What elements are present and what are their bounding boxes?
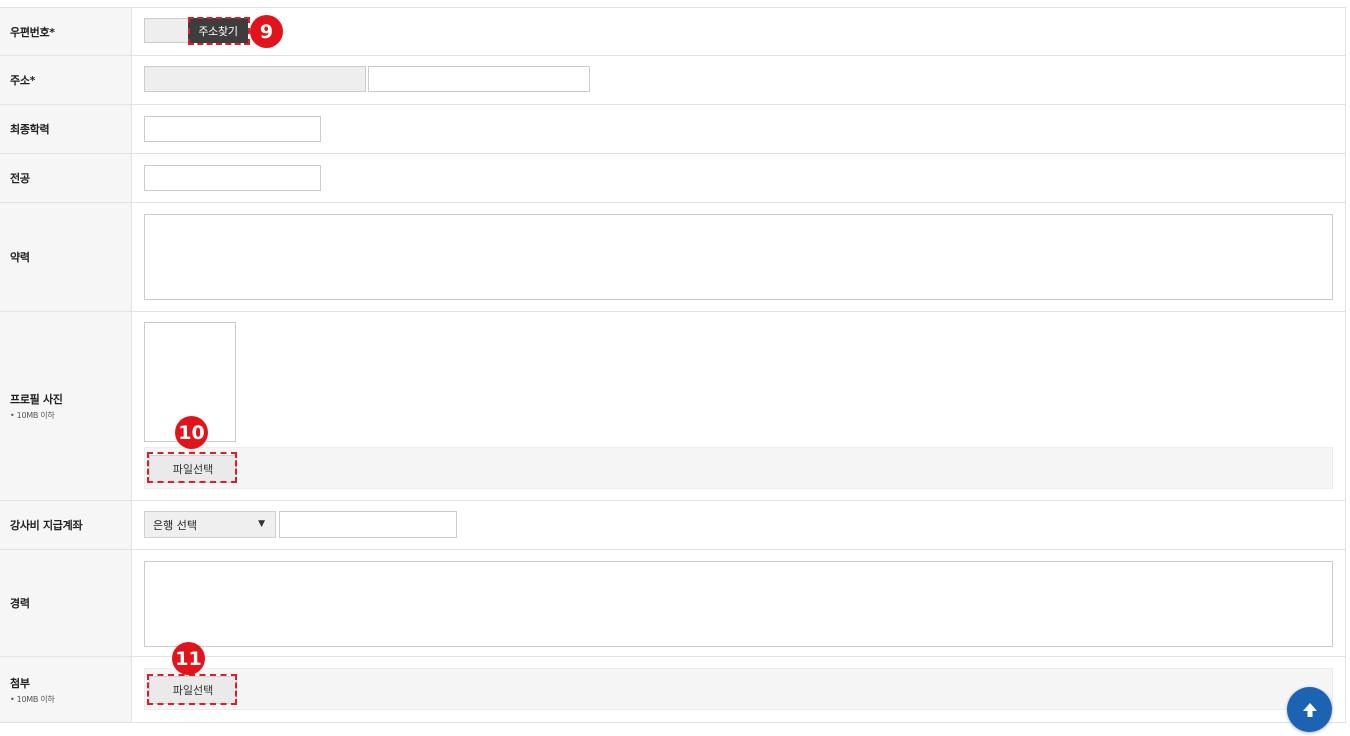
- career-label-cell: 경력: [0, 550, 132, 656]
- address-search-button[interactable]: 주소찾기: [188, 18, 248, 43]
- postcode-input[interactable]: [144, 18, 190, 43]
- row-profile-photo: 프로필 사진 • 10MB 이하 파일선택 10: [0, 312, 1345, 501]
- profile-photo-size-note: • 10MB 이하: [10, 411, 55, 420]
- step-marker-10: 10: [175, 416, 208, 449]
- step-marker-9: 9: [250, 15, 283, 48]
- attachment-label-cell: 첨부 • 10MB 이하: [0, 657, 132, 722]
- address-label-cell: 주소*: [0, 56, 132, 104]
- profile-photo-label: 프로필 사진: [10, 393, 63, 406]
- arrow-up-icon: [1302, 702, 1317, 717]
- postcode-label-cell: 우편번호*: [0, 8, 132, 55]
- education-label-cell: 최종학력: [0, 105, 132, 153]
- brief-history-value-cell: [132, 203, 1345, 311]
- attachment-value-cell: 파일선택 11: [132, 642, 1345, 722]
- scroll-top-button[interactable]: [1287, 687, 1332, 732]
- row-brief-history: 약력: [0, 203, 1345, 312]
- bank-select-value: 은행 선택: [153, 518, 197, 532]
- bank-account-label: 강사비 지급계좌: [10, 519, 83, 532]
- brief-history-label-cell: 약력: [0, 203, 132, 311]
- dropdown-arrow-icon: ▼: [258, 519, 265, 529]
- bank-account-value-cell: 은행 선택 ▼: [132, 501, 1345, 549]
- education-input[interactable]: [144, 116, 321, 142]
- attachment-file-button[interactable]: 파일선택: [149, 676, 237, 704]
- education-label: 최종학력: [10, 123, 50, 136]
- row-major: 전공: [0, 154, 1345, 203]
- postcode-value-cell: 주소찾기 9: [132, 8, 1345, 55]
- row-postcode: 우편번호* 주소찾기 9: [0, 8, 1345, 56]
- education-value-cell: [132, 105, 1345, 153]
- career-textarea[interactable]: [144, 561, 1333, 647]
- profile-photo-file-bar: 파일선택: [144, 447, 1333, 489]
- attachment-label: 첨부: [10, 676, 30, 690]
- career-label: 경력: [10, 597, 30, 610]
- major-label: 전공: [10, 172, 30, 185]
- attachment-file-bar: 파일선택: [144, 668, 1333, 710]
- application-form: 우편번호* 주소찾기 9 주소* 최종학력 전공 약력 프로필 사진 • 10M…: [0, 7, 1346, 723]
- career-value-cell: [132, 550, 1345, 656]
- address-main-input[interactable]: [144, 66, 366, 92]
- step-marker-11: 11: [172, 642, 205, 675]
- postcode-label: 우편번호*: [10, 25, 55, 39]
- attachment-size-note: • 10MB 이하: [10, 694, 55, 704]
- bank-select[interactable]: 은행 선택 ▼: [144, 511, 276, 538]
- brief-history-textarea[interactable]: [144, 214, 1333, 300]
- row-attachment: 첨부 • 10MB 이하 파일선택 11: [0, 642, 1345, 723]
- major-input[interactable]: [144, 165, 321, 191]
- major-label-cell: 전공: [0, 154, 132, 202]
- row-education: 최종학력: [0, 105, 1345, 154]
- address-label: 주소*: [10, 74, 36, 87]
- bank-account-label-cell: 강사비 지급계좌: [0, 501, 132, 549]
- row-career: 경력: [0, 550, 1345, 657]
- profile-photo-label-cell: 프로필 사진 • 10MB 이하: [0, 312, 132, 500]
- profile-photo-value-cell: 파일선택 10: [132, 312, 1345, 500]
- address-value-cell: [132, 56, 1345, 104]
- account-number-input[interactable]: [279, 511, 457, 538]
- profile-photo-file-button[interactable]: 파일선택: [149, 455, 237, 483]
- brief-history-label: 약력: [10, 251, 30, 264]
- address-detail-input[interactable]: [368, 66, 590, 92]
- major-value-cell: [132, 154, 1345, 202]
- row-address: 주소*: [0, 56, 1345, 105]
- row-bank-account: 강사비 지급계좌 은행 선택 ▼: [0, 501, 1345, 550]
